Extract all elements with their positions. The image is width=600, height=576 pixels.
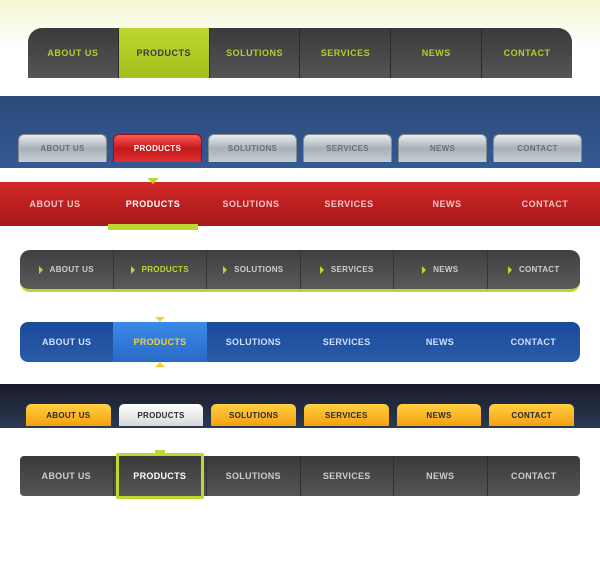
- nav-bar-3: ABOUT US PRODUCTS SOLUTIONS SERVICES NEW…: [6, 182, 594, 226]
- nav-item-contact[interactable]: CONTACT: [487, 322, 580, 362]
- nav-bar-6: ABOUT US PRODUCTS SOLUTIONS SERVICES NEW…: [26, 404, 574, 426]
- nav-label: SOLUTIONS: [234, 265, 283, 274]
- nav-item-services[interactable]: SERVICES: [301, 456, 395, 496]
- nav-item-products[interactable]: PRODUCTS: [119, 404, 204, 426]
- nav-item-services[interactable]: SERVICES: [301, 250, 395, 289]
- nav-item-news[interactable]: NEWS: [391, 28, 482, 78]
- nav-bar-5: ABOUT US PRODUCTS SOLUTIONS SERVICES NEW…: [20, 322, 580, 362]
- menu-variant-1: ABOUT US PRODUCTS SOLUTIONS SERVICES NEW…: [0, 0, 600, 78]
- nav-item-products[interactable]: PRODUCTS: [104, 182, 202, 226]
- nav-bar-4: ABOUT US PRODUCTS SOLUTIONS SERVICES NEW…: [20, 250, 580, 292]
- chevron-right-icon: [223, 266, 231, 274]
- menu-variant-3: ABOUT US PRODUCTS SOLUTIONS SERVICES NEW…: [0, 182, 600, 226]
- nav-item-news[interactable]: NEWS: [398, 134, 487, 162]
- menu-variant-6: ABOUT US PRODUCTS SOLUTIONS SERVICES NEW…: [0, 384, 600, 428]
- nav-item-contact[interactable]: CONTACT: [488, 250, 581, 289]
- nav-item-services[interactable]: SERVICES: [304, 404, 389, 426]
- nav-item-news[interactable]: NEWS: [398, 182, 496, 226]
- chevron-right-icon: [131, 266, 139, 274]
- chevron-right-icon: [422, 266, 430, 274]
- nav-item-solutions[interactable]: SOLUTIONS: [211, 404, 296, 426]
- nav-item-about-us[interactable]: ABOUT US: [26, 404, 111, 426]
- nav-item-products[interactable]: PRODUCTS: [119, 28, 210, 78]
- nav-item-about-us[interactable]: ABOUT US: [20, 456, 114, 496]
- nav-item-solutions[interactable]: SOLUTIONS: [207, 322, 300, 362]
- nav-item-about-us[interactable]: ABOUT US: [20, 322, 113, 362]
- nav-item-solutions[interactable]: SOLUTIONS: [207, 250, 301, 289]
- chevron-right-icon: [320, 266, 328, 274]
- nav-item-news[interactable]: NEWS: [394, 456, 488, 496]
- nav-item-products[interactable]: PRODUCTS: [114, 456, 208, 496]
- nav-label: CONTACT: [519, 265, 560, 274]
- nav-item-about-us[interactable]: ABOUT US: [28, 28, 119, 78]
- nav-label: PRODUCTS: [142, 265, 189, 274]
- nav-item-services[interactable]: SERVICES: [300, 28, 391, 78]
- nav-bar-2: ABOUT US PRODUCTS SOLUTIONS SERVICES NEW…: [18, 134, 582, 162]
- nav-item-news[interactable]: NEWS: [393, 322, 486, 362]
- chevron-right-icon: [39, 266, 47, 274]
- nav-item-solutions[interactable]: SOLUTIONS: [207, 456, 301, 496]
- nav-item-contact[interactable]: CONTACT: [482, 28, 572, 78]
- nav-item-about-us[interactable]: ABOUT US: [6, 182, 104, 226]
- nav-item-products[interactable]: PRODUCTS: [113, 322, 206, 362]
- menu-variant-2: ABOUT US PRODUCTS SOLUTIONS SERVICES NEW…: [0, 96, 600, 168]
- nav-item-products[interactable]: PRODUCTS: [114, 250, 208, 289]
- menu-variant-5: ABOUT US PRODUCTS SOLUTIONS SERVICES NEW…: [20, 322, 580, 362]
- nav-item-about-us[interactable]: ABOUT US: [18, 134, 107, 162]
- nav-item-about-us[interactable]: ABOUT US: [20, 250, 114, 289]
- chevron-right-icon: [508, 266, 516, 274]
- nav-label: NEWS: [433, 265, 458, 274]
- nav-item-solutions[interactable]: SOLUTIONS: [202, 182, 300, 226]
- nav-bar-7: ABOUT US PRODUCTS SOLUTIONS SERVICES NEW…: [20, 456, 580, 496]
- nav-item-services[interactable]: SERVICES: [300, 322, 393, 362]
- nav-item-contact[interactable]: CONTACT: [489, 404, 574, 426]
- nav-bar-1: ABOUT US PRODUCTS SOLUTIONS SERVICES NEW…: [28, 28, 572, 78]
- nav-label: SERVICES: [331, 265, 374, 274]
- nav-label: ABOUT US: [50, 265, 94, 274]
- nav-item-contact[interactable]: CONTACT: [493, 134, 582, 162]
- nav-item-products[interactable]: PRODUCTS: [113, 134, 202, 162]
- nav-item-contact[interactable]: CONTACT: [496, 182, 594, 226]
- nav-item-services[interactable]: SERVICES: [300, 182, 398, 226]
- menu-variant-7: ABOUT US PRODUCTS SOLUTIONS SERVICES NEW…: [20, 456, 580, 496]
- nav-item-solutions[interactable]: SOLUTIONS: [208, 134, 297, 162]
- nav-item-news[interactable]: NEWS: [394, 250, 488, 289]
- menu-variant-4: ABOUT US PRODUCTS SOLUTIONS SERVICES NEW…: [20, 250, 580, 292]
- nav-item-services[interactable]: SERVICES: [303, 134, 392, 162]
- nav-item-contact[interactable]: CONTACT: [488, 456, 581, 496]
- nav-item-solutions[interactable]: SOLUTIONS: [210, 28, 301, 78]
- nav-item-news[interactable]: NEWS: [397, 404, 482, 426]
